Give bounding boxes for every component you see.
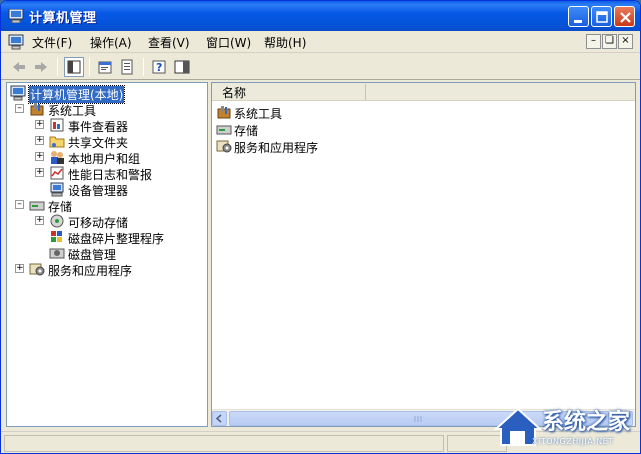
menu-bar: 文件(F) 操作(A) 查看(V) 窗口(W) 帮助(H) – ❏ × xyxy=(1,31,640,53)
details-pane[interactable]: 名称 系统工具 存储 服务和应用程序 xyxy=(211,82,636,427)
list-column-header: 名称 xyxy=(212,83,635,101)
users-icon xyxy=(49,149,65,165)
menu-window[interactable]: 窗口(W) xyxy=(206,34,251,51)
disk-management-icon xyxy=(49,245,65,261)
menu-action[interactable]: 操作(A) xyxy=(90,34,132,51)
toolbar: ? xyxy=(1,54,640,80)
expand-toggle-icon[interactable]: + xyxy=(35,216,44,225)
tree-label: 事件查看器 xyxy=(68,120,129,134)
watermark-url: XITONGZHIJIA.NET xyxy=(532,437,614,446)
removable-storage-icon xyxy=(49,213,65,229)
title-bar[interactable]: 计算机管理 xyxy=(1,1,640,31)
export-list-icon[interactable] xyxy=(118,57,138,77)
storage-icon xyxy=(216,121,232,137)
show-hide-tree-icon[interactable] xyxy=(64,57,84,77)
column-name-header[interactable]: 名称 xyxy=(216,84,366,100)
collapse-toggle-icon[interactable]: – xyxy=(15,104,24,113)
menu-file[interactable]: 文件(F) xyxy=(32,34,72,51)
console-tree[interactable]: 计算机管理(本地) – 系统工具 + 事件查看器 + 共享文件夹 + 本地用户和… xyxy=(6,82,208,427)
scroll-left-arrow-icon[interactable] xyxy=(212,411,227,426)
tools-icon xyxy=(216,104,232,120)
tree-label: 磁盘碎片整理程序 xyxy=(68,232,165,246)
close-button[interactable] xyxy=(614,6,635,27)
status-panel xyxy=(4,435,444,452)
expand-toggle-icon[interactable]: + xyxy=(35,136,44,145)
list-item-label: 系统工具 xyxy=(234,107,283,121)
computer-icon xyxy=(8,8,24,24)
mdi-minimize-button[interactable]: – xyxy=(586,34,601,49)
minimize-button[interactable] xyxy=(568,6,589,27)
mdi-close-button[interactable]: × xyxy=(618,34,633,49)
collapse-toggle-icon[interactable]: – xyxy=(15,200,24,209)
expand-toggle-icon[interactable]: + xyxy=(15,264,24,273)
toolbar-separator xyxy=(57,58,58,76)
show-action-pane-icon[interactable] xyxy=(172,57,192,77)
maximize-button[interactable] xyxy=(591,6,612,27)
expand-toggle-icon[interactable]: + xyxy=(35,120,44,129)
device-manager-icon xyxy=(49,181,65,197)
tree-label: 性能日志和警报 xyxy=(68,168,153,182)
services-icon xyxy=(29,261,45,277)
computer-icon[interactable] xyxy=(8,34,24,50)
computer-icon xyxy=(10,85,26,101)
tree-label: 设备管理器 xyxy=(68,184,129,198)
mdi-restore-button[interactable]: ❏ xyxy=(602,34,617,49)
help-icon[interactable]: ? xyxy=(149,57,169,77)
list-item-label: 服务和应用程序 xyxy=(234,141,319,155)
defrag-icon xyxy=(49,229,65,245)
tree-label: 共享文件夹 xyxy=(68,136,129,150)
toolbar-separator xyxy=(89,58,90,76)
menu-view[interactable]: 查看(V) xyxy=(148,34,190,51)
expand-toggle-icon[interactable]: + xyxy=(35,168,44,177)
properties-icon[interactable] xyxy=(95,57,115,77)
watermark-text: 系统之家 xyxy=(542,410,631,435)
tree-label: 服务和应用程序 xyxy=(48,264,133,278)
window-title: 计算机管理 xyxy=(29,11,97,26)
tools-icon xyxy=(29,101,45,117)
list-item-label: 存储 xyxy=(234,124,259,138)
services-icon xyxy=(216,138,232,154)
tree-label: 可移动存储 xyxy=(68,216,129,230)
tree-label: 磁盘管理 xyxy=(68,248,117,262)
event-viewer-icon xyxy=(49,117,65,133)
svg-text:?: ? xyxy=(156,61,162,74)
forward-arrow-icon[interactable] xyxy=(31,57,51,77)
menu-help[interactable]: 帮助(H) xyxy=(264,34,306,51)
shared-folder-icon xyxy=(49,133,65,149)
computer-management-window: 计算机管理 文件(F) 操作(A) 查看(V) 窗口(W) 帮助(H) – ❏ … xyxy=(0,0,641,454)
performance-logs-icon xyxy=(49,165,65,181)
tree-label: 本地用户和组 xyxy=(68,152,141,166)
toolbar-separator xyxy=(143,58,144,76)
expand-toggle-icon[interactable]: + xyxy=(35,152,44,161)
back-arrow-icon[interactable] xyxy=(9,57,29,77)
storage-icon xyxy=(29,197,45,213)
